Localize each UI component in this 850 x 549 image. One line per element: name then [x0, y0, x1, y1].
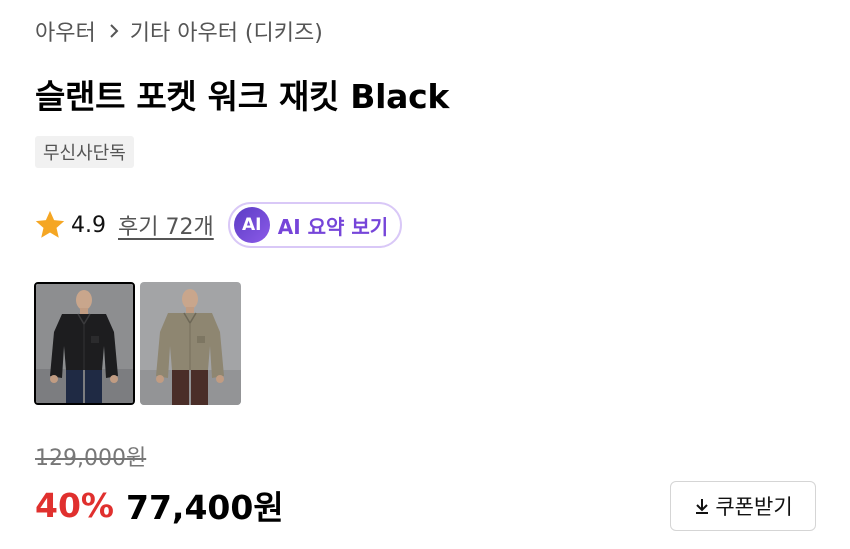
price-row: 40% 77,400원: [35, 481, 284, 529]
breadcrumb: 아우터 기타 아우터 (디키즈): [35, 14, 323, 48]
breadcrumb-subcategory[interactable]: 기타 아우터 (디키즈): [130, 15, 323, 47]
thumbnail-khaki-jacket[interactable]: [140, 282, 241, 405]
original-price: 129,000원: [35, 446, 147, 471]
discount-rate: 40%: [35, 485, 114, 525]
ai-summary-label: AI 요약 보기: [277, 214, 389, 239]
product-title: 슬랜트 포켓 워크 재킷 Black: [35, 77, 450, 116]
exclusive-badge: 무신사단독: [35, 136, 134, 168]
sale-price: 77,400원: [126, 488, 284, 527]
coupon-label: 쿠폰받기: [715, 495, 793, 519]
rating-value: 4.9: [71, 212, 106, 238]
product-image-black: [36, 284, 133, 403]
thumbnail-black-jacket[interactable]: [34, 282, 135, 405]
download-icon: [693, 496, 711, 516]
ai-summary-button[interactable]: AI AI 요약 보기: [227, 202, 403, 248]
ai-icon: AI: [233, 207, 270, 243]
chevron-right-icon: [108, 23, 120, 39]
rating-row: 4.9 후기 72개 AI AI 요약 보기: [33, 202, 403, 248]
review-count-link[interactable]: 후기 72개: [118, 209, 214, 241]
star-icon: [35, 210, 65, 238]
coupon-download-button[interactable]: 쿠폰받기: [670, 481, 816, 531]
breadcrumb-category[interactable]: 아우터: [35, 15, 96, 47]
product-image-khaki: [140, 282, 241, 405]
